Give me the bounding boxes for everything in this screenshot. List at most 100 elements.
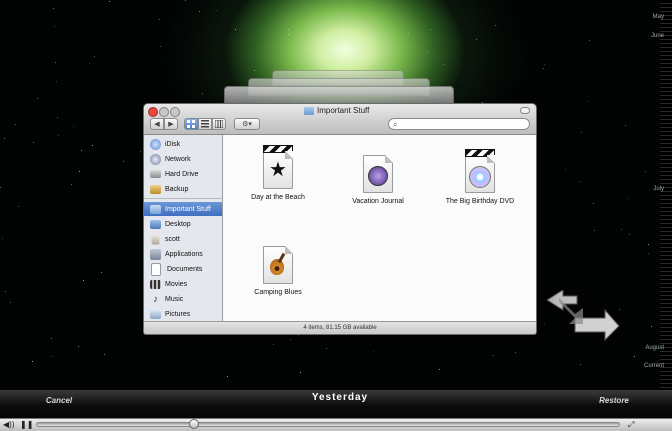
file-item-the-big-birthday-dvd[interactable]: The Big Birthday DVD	[435, 149, 525, 205]
sidebar-item-desktop[interactable]: Desktop	[144, 217, 222, 231]
documents-icon	[151, 262, 161, 276]
timeline-ruler[interactable]: May June July August Current	[644, 0, 672, 390]
column-view-button[interactable]	[212, 118, 226, 130]
sidebar-item-documents[interactable]: Documents	[144, 262, 222, 276]
sidebar-item-backup[interactable]: Backup	[144, 182, 222, 196]
star	[5, 291, 6, 292]
icon-view-icon	[187, 120, 195, 128]
star	[89, 63, 90, 64]
timeline-label-may[interactable]: May	[653, 14, 664, 20]
toolbar-toggle-button[interactable]	[520, 107, 530, 114]
icon-view-button[interactable]	[184, 118, 198, 130]
pictures-icon	[150, 309, 161, 319]
star	[544, 64, 545, 65]
star	[307, 48, 308, 49]
close-button[interactable]	[148, 107, 158, 117]
window-title-text: Important Stuff	[317, 106, 370, 115]
search-field[interactable]: ⌕	[388, 118, 530, 130]
home-icon	[150, 233, 161, 245]
star	[443, 64, 444, 65]
finder-content: ★ Day at the Beach Vacation Journal The …	[223, 135, 536, 321]
volume-icon[interactable]: ◀))	[3, 420, 14, 429]
star	[543, 68, 544, 69]
restore-button[interactable]: Restore	[582, 393, 646, 407]
star	[54, 26, 55, 27]
sidebar-item-label: Hard Drive	[165, 170, 199, 178]
fullscreen-icon[interactable]: ⤢	[628, 420, 634, 430]
music-icon: ♪	[153, 293, 158, 305]
timeline-label-july[interactable]: July	[653, 186, 664, 192]
sidebar-item-label: Pictures	[165, 310, 191, 318]
star	[290, 339, 291, 340]
backup-date-label: Yesterday	[311, 392, 369, 403]
time-navigation-arrows-icon[interactable]	[545, 290, 620, 342]
minimize-button[interactable]	[159, 107, 169, 117]
star	[92, 145, 93, 146]
star	[33, 142, 34, 143]
star	[52, 356, 53, 357]
star	[288, 34, 289, 35]
idvd-project-icon	[465, 149, 495, 193]
star	[634, 356, 635, 357]
pause-button[interactable]: ❚❚	[20, 420, 33, 429]
star	[73, 126, 74, 127]
sidebar-item-hard-drive[interactable]: Hard Drive	[144, 167, 222, 181]
star	[37, 98, 38, 99]
back-button[interactable]: ◀	[150, 118, 164, 130]
timeline-label-june[interactable]: June	[651, 33, 664, 39]
status-bar: 4 items, 81.15 GB available	[144, 321, 536, 334]
sidebar-item-label: scott	[165, 235, 180, 243]
playback-scrubber[interactable]	[36, 422, 620, 427]
star	[254, 70, 255, 71]
desktop-icon	[150, 219, 161, 229]
star	[4, 138, 5, 139]
movies-icon	[150, 279, 161, 289]
sidebar-item-label: Movies	[165, 280, 188, 288]
finder-window[interactable]: Important Stuff ◀ ▶ ⚙▾ ⌕ iDisk Network H…	[143, 103, 537, 335]
sidebar-item-movies[interactable]: Movies	[144, 277, 222, 291]
applications-icon	[150, 248, 161, 260]
star	[0, 187, 1, 188]
sidebar-item-important-stuff[interactable]: Important Stuff	[144, 202, 222, 216]
star	[587, 101, 588, 102]
zoom-button[interactable]	[170, 107, 180, 117]
playhead-knob[interactable]	[188, 419, 199, 429]
star	[2, 238, 3, 239]
finder-titlebar[interactable]: Important Stuff ◀ ▶ ⚙▾ ⌕	[144, 104, 536, 135]
timeline-label-current[interactable]: Current	[644, 363, 664, 369]
sidebar-item-music[interactable]: ♪ Music	[144, 292, 222, 306]
star	[58, 135, 59, 136]
sidebar-item-scott[interactable]: scott	[144, 232, 222, 246]
star	[579, 181, 580, 182]
star	[628, 198, 629, 199]
star	[648, 253, 649, 254]
folder-icon	[304, 106, 314, 115]
timeline-label-august[interactable]: August	[645, 345, 664, 351]
sidebar-item-pictures[interactable]: Pictures	[144, 307, 222, 321]
forward-button[interactable]: ▶	[164, 118, 178, 130]
star	[56, 81, 57, 82]
file-item-vacation-journal[interactable]: Vacation Journal	[333, 155, 423, 205]
star	[373, 351, 374, 352]
star	[160, 46, 161, 47]
star	[430, 29, 431, 30]
sidebar-item-label: Applications	[165, 250, 203, 258]
list-view-button[interactable]	[198, 118, 212, 130]
star	[625, 125, 626, 126]
star	[123, 161, 124, 162]
sidebar-item-applications[interactable]: Applications	[144, 247, 222, 261]
action-menu-button[interactable]: ⚙▾	[234, 118, 260, 130]
cancel-button[interactable]: Cancel	[28, 393, 90, 407]
file-item-day-at-the-beach[interactable]: ★ Day at the Beach	[233, 145, 323, 201]
file-item-camping-blues[interactable]: Camping Blues	[233, 246, 323, 296]
list-view-icon	[201, 120, 209, 128]
star	[83, 280, 84, 281]
star	[10, 302, 11, 303]
star	[323, 20, 324, 21]
sidebar-item-idisk[interactable]: iDisk	[144, 137, 222, 151]
garageband-icon	[263, 246, 293, 284]
star	[51, 338, 52, 339]
star	[427, 52, 428, 53]
sidebar-item-network[interactable]: Network	[144, 152, 222, 166]
video-player-bar: ◀)) ❚❚ ⤢	[0, 418, 672, 431]
